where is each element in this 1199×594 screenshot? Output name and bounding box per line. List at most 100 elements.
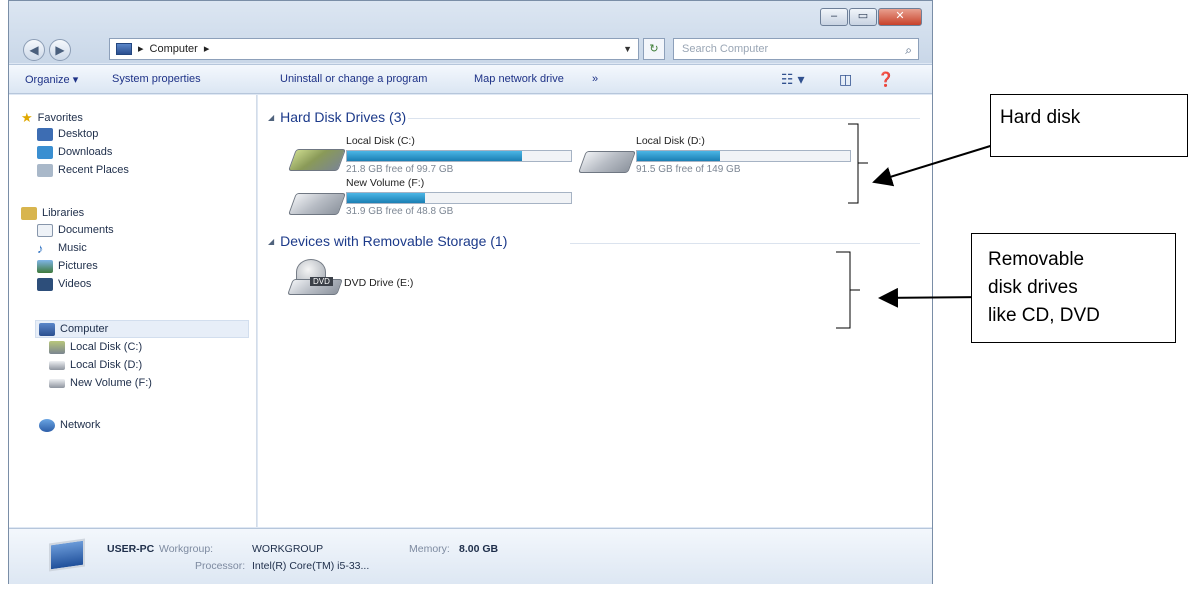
callout-text-line3: like CD, DVD: [988, 305, 1100, 326]
sidebar-item-local-disk-d[interactable]: Local Disk (D:): [49, 357, 142, 373]
sidebar-item-label: Documents: [58, 224, 114, 236]
command-bar: Organize ▾ System properties Uninstall o…: [9, 64, 932, 94]
chevron-down-icon[interactable]: ▼: [623, 39, 632, 59]
memory-value: 8.00 GB: [459, 543, 499, 555]
callout-text: Hard disk: [1000, 107, 1081, 128]
nav-buttons: ◀ ▶: [23, 39, 71, 61]
workgroup-label: Workgroup:: [159, 543, 214, 555]
sidebar-item-label: Local Disk (D:): [70, 359, 143, 371]
explorer-window: – ▭ ✕ ◀ ▶ ▸ Computer ▸ ▼ ↻ Search Comput…: [8, 0, 933, 584]
processor-label: Processor:: [195, 560, 246, 572]
drive-name: Local Disk (C:): [346, 135, 415, 147]
sidebar-item-label: Downloads: [58, 146, 113, 158]
sidebar-item-videos[interactable]: Videos: [37, 276, 91, 292]
capacity-fill: [347, 151, 522, 161]
libraries-icon: [21, 206, 37, 220]
sidebar-item-label: Libraries: [42, 207, 85, 219]
address-bar[interactable]: ▸ Computer ▸ ▼: [109, 38, 639, 60]
workgroup-value: WORKGROUP: [252, 543, 324, 555]
maximize-button[interactable]: ▭: [849, 8, 877, 26]
drive-name: Local Disk (D:): [636, 135, 705, 147]
navigation-pane: ★ Favorites Desktop Downloads Recent Pla…: [9, 95, 257, 527]
organize-button[interactable]: Organize ▾: [25, 73, 78, 86]
search-input[interactable]: Search Computer ⌕: [673, 38, 919, 60]
drive-tile-c[interactable]: Local Disk (C:) 21.8 GB free of 99.7 GB: [287, 135, 588, 179]
system-properties-button[interactable]: System properties: [112, 73, 201, 85]
sidebar-item-label: Desktop: [58, 128, 99, 140]
breadcrumb-computer[interactable]: Computer: [150, 39, 198, 59]
sidebar-item-new-volume-f[interactable]: New Volume (F:): [49, 375, 152, 391]
search-icon[interactable]: ⌕: [905, 40, 912, 60]
collapse-icon: ◢: [268, 112, 275, 122]
refresh-button[interactable]: ↻: [643, 38, 665, 60]
sidebar-item-local-disk-c[interactable]: Local Disk (C:): [49, 339, 142, 355]
local-disk-icon: [49, 340, 65, 354]
hard-disk-icon: [287, 149, 347, 171]
capacity-fill: [637, 151, 721, 161]
drive-free-space: 21.8 GB free of 99.7 GB: [346, 164, 454, 175]
sidebar-item-network[interactable]: Network: [39, 417, 100, 433]
videos-icon: [37, 277, 53, 291]
sidebar-item-label: Network: [60, 419, 101, 431]
downloads-icon: [37, 145, 53, 159]
uninstall-button[interactable]: Uninstall or change a program: [280, 73, 427, 85]
sidebar-item-libraries[interactable]: Libraries: [21, 205, 84, 221]
pictures-icon: [37, 259, 53, 273]
more-commands-button[interactable]: »: [592, 73, 598, 85]
sidebar-item-recent-places[interactable]: Recent Places: [37, 162, 129, 178]
forward-button[interactable]: ▶: [49, 39, 71, 61]
close-button[interactable]: ✕: [878, 8, 922, 26]
capacity-fill: [347, 193, 426, 203]
sidebar-item-label: Videos: [58, 278, 92, 290]
group-divider: [408, 118, 920, 119]
drive-free-space: 31.9 GB free of 48.8 GB: [346, 206, 454, 217]
computer-icon: [39, 322, 55, 336]
star-icon: ★: [21, 110, 33, 125]
minimize-button[interactable]: –: [820, 8, 848, 26]
group-title: Devices with Removable Storage (1): [280, 233, 508, 249]
breadcrumb-separator-2: ▸: [203, 43, 210, 55]
drive-icon: [49, 360, 65, 370]
hard-disk-icon: [577, 151, 637, 173]
sidebar-item-label: Favorites: [37, 112, 83, 124]
help-icon[interactable]: ❓: [877, 71, 894, 88]
view-options-icon[interactable]: ☷ ▾: [781, 71, 804, 88]
sidebar-item-computer[interactable]: Computer: [39, 321, 108, 337]
music-icon: ♪: [37, 240, 44, 256]
search-placeholder: Search Computer: [682, 43, 769, 55]
capacity-bar: [346, 150, 572, 162]
sidebar-item-downloads[interactable]: Downloads: [37, 144, 112, 160]
drive-tile-f[interactable]: New Volume (F:) 31.9 GB free of 48.8 GB: [287, 177, 588, 221]
drive-tile-d[interactable]: Local Disk (D:) 91.5 GB free of 149 GB: [577, 135, 878, 179]
collapse-icon: ◢: [268, 236, 275, 246]
sidebar-item-label: Computer: [60, 323, 109, 335]
recent-places-icon: [37, 163, 53, 177]
pc-name: USER-PC: [107, 543, 155, 555]
documents-icon: [37, 223, 53, 237]
drive-name: DVD Drive (E:): [344, 277, 414, 289]
sidebar-item-documents[interactable]: Documents: [37, 222, 114, 238]
sidebar-item-music[interactable]: ♪ Music: [37, 240, 87, 256]
breadcrumb-separator: ▸: [138, 43, 144, 55]
sidebar-item-favorites[interactable]: ★ Favorites: [21, 110, 83, 126]
drive-name: New Volume (F:): [346, 177, 425, 189]
callout-hard-disk: Hard disk: [990, 94, 1188, 157]
memory-label: Memory:: [409, 543, 450, 555]
sidebar-item-label: Pictures: [58, 260, 98, 272]
preview-pane-icon[interactable]: ◫: [839, 71, 852, 88]
group-header-removable-storage[interactable]: ◢ Devices with Removable Storage (1): [268, 233, 507, 249]
drive-tile-dvd[interactable]: DVD DVD Drive (E:): [286, 257, 486, 301]
sidebar-item-desktop[interactable]: Desktop: [37, 126, 98, 142]
sidebar-item-label: New Volume (F:): [70, 377, 152, 389]
group-header-hard-disk-drives[interactable]: ◢ Hard Disk Drives (3): [268, 109, 406, 125]
callout-removable: Removable disk drives like CD, DVD: [971, 233, 1176, 343]
map-network-drive-button[interactable]: Map network drive: [474, 73, 564, 85]
sidebar-item-pictures[interactable]: Pictures: [37, 258, 98, 274]
group-divider: [570, 243, 920, 244]
hard-disk-icon: [287, 193, 347, 215]
desktop-icon: [37, 127, 53, 141]
sidebar-item-label: Music: [58, 242, 87, 254]
network-icon: [39, 418, 55, 432]
back-button[interactable]: ◀: [23, 39, 45, 61]
capacity-bar: [346, 192, 572, 204]
